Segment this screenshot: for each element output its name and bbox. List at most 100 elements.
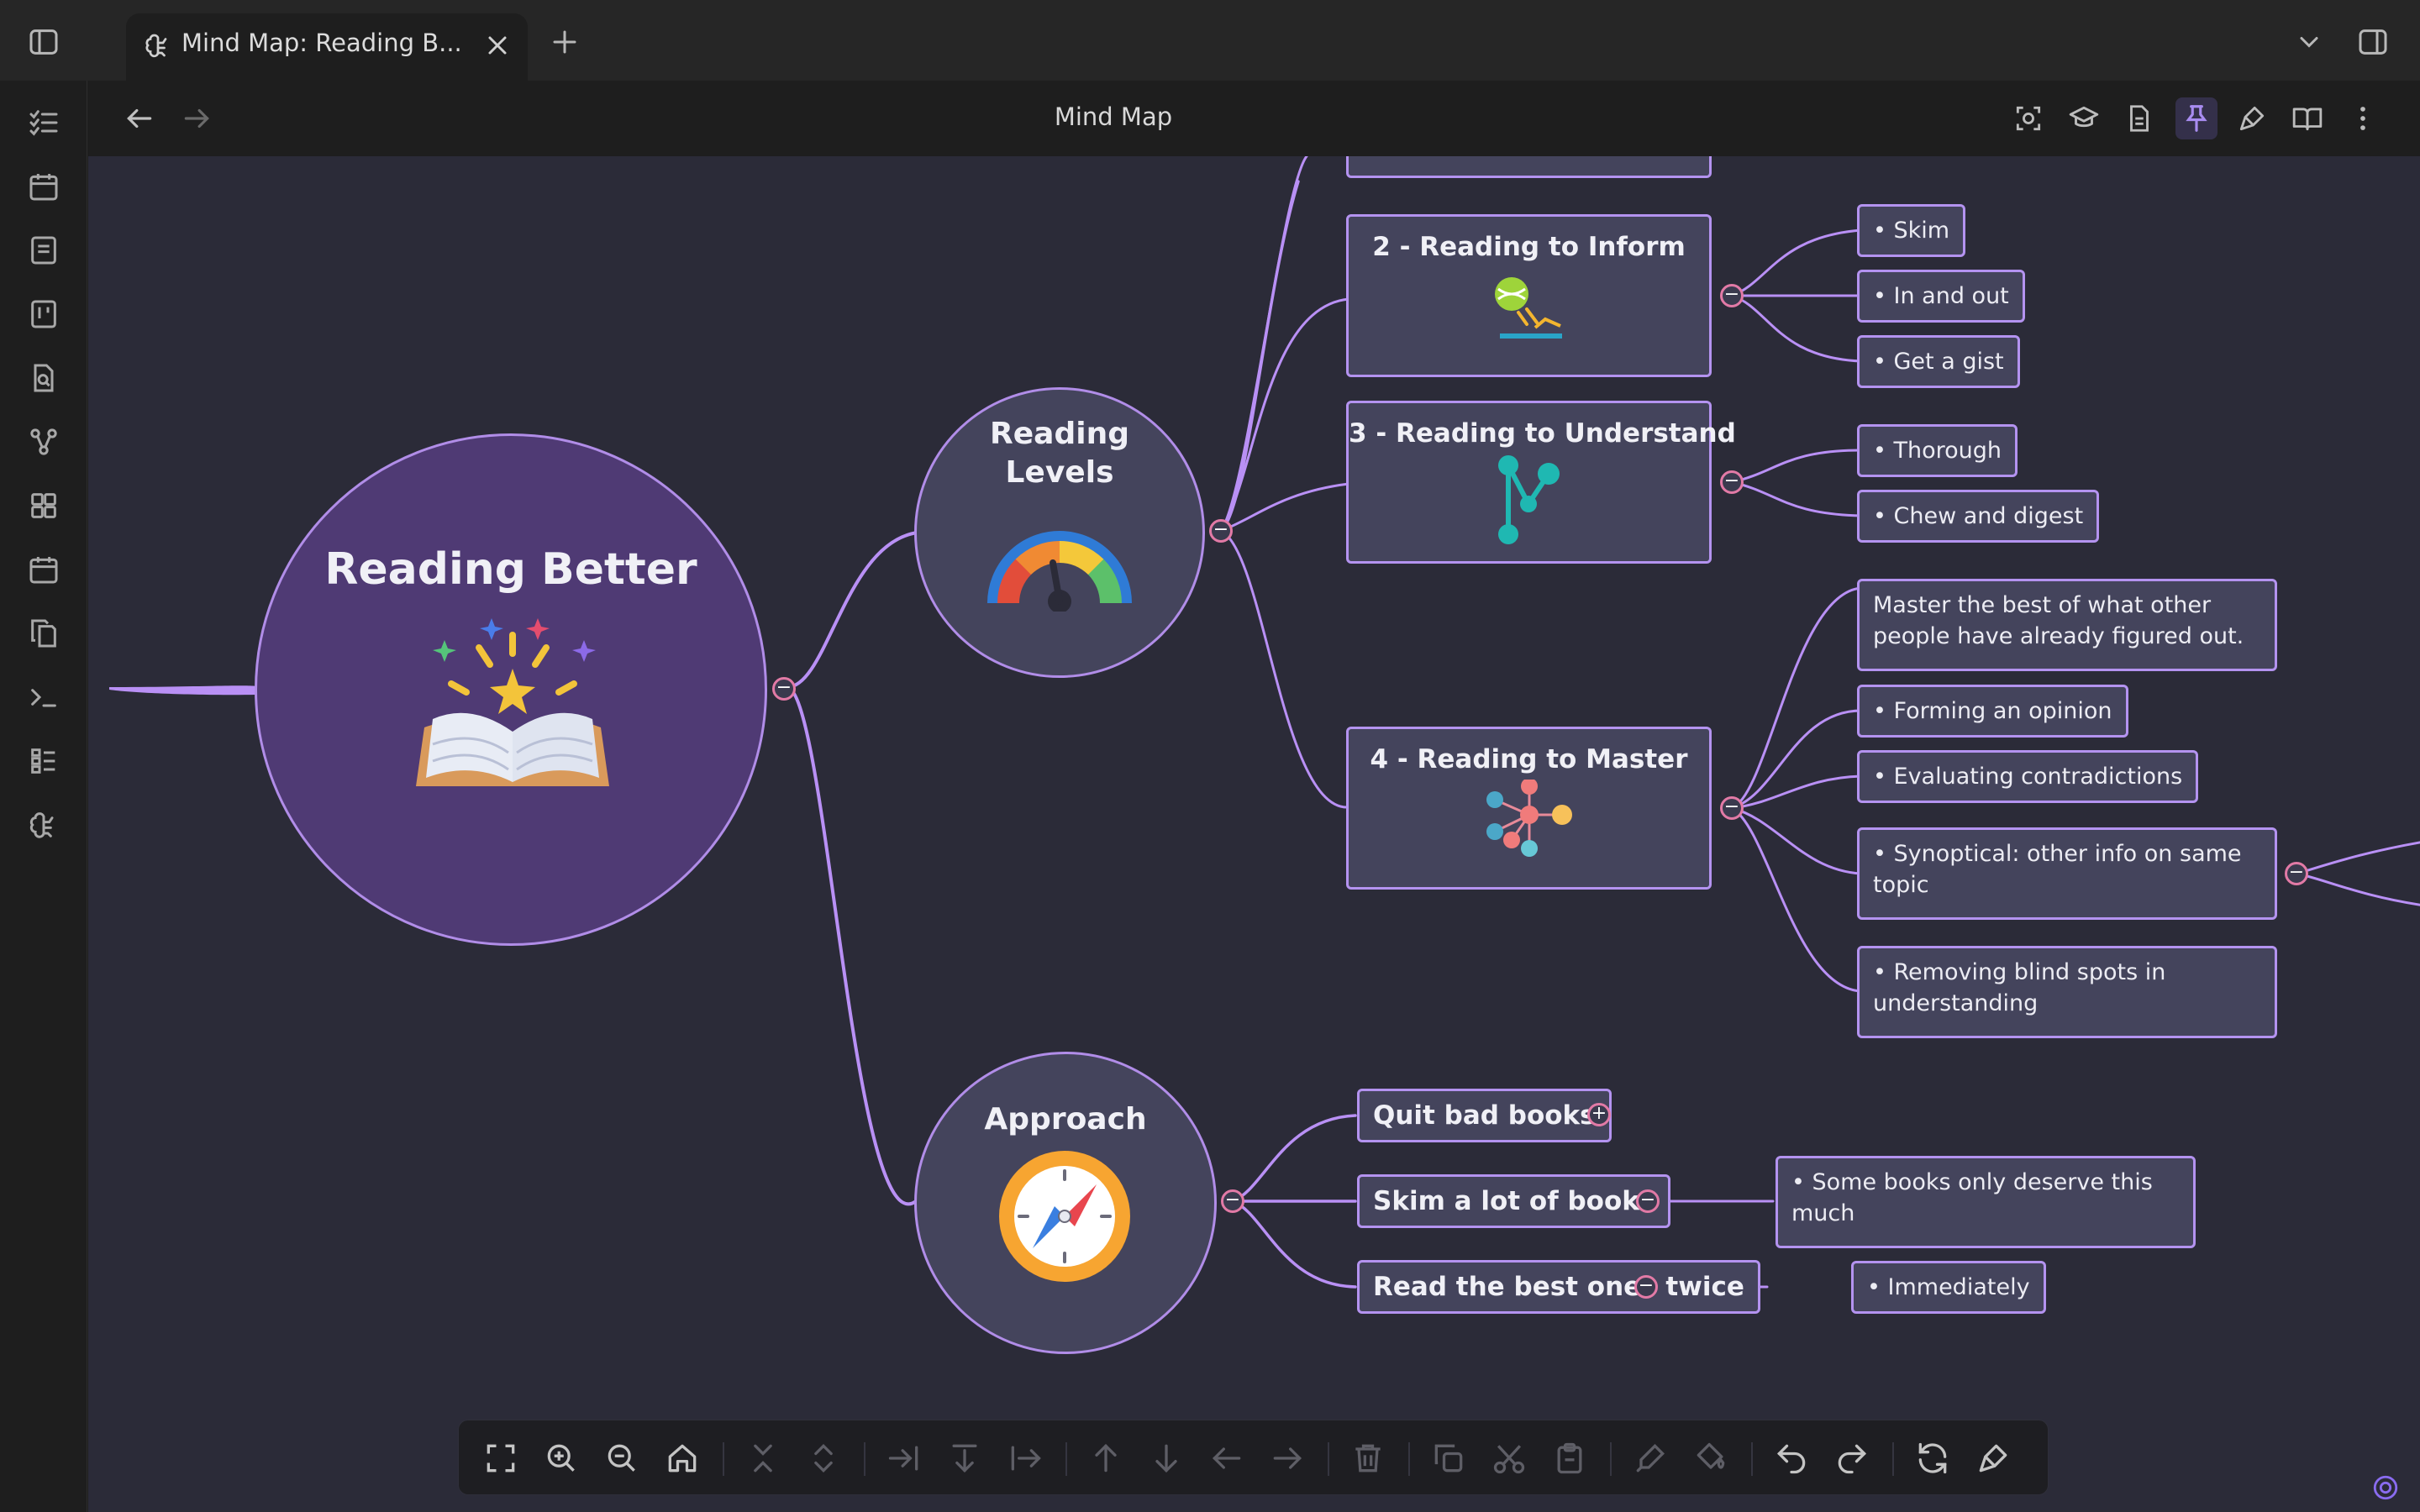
sync-status-icon[interactable] [2371,1473,2400,1502]
leaf-in-and-out[interactable]: • In and out [1857,270,2025,323]
calendar-icon[interactable] [27,170,60,203]
level-1-box-partial[interactable] [1346,156,1712,178]
more-options-icon[interactable] [2347,102,2379,134]
focus-icon[interactable] [2012,102,2044,134]
move-down-icon[interactable] [1148,1440,1185,1477]
add-parent-icon[interactable] [1007,1440,1044,1477]
view-header: Mind Map [88,81,2420,156]
branch-skim-a-lot[interactable]: Skim a lot of books [1357,1174,1671,1228]
collapse-toggle-level-3[interactable]: − [1720,470,1744,494]
brain-icon[interactable] [27,808,60,842]
sidebar-toggle-icon[interactable] [27,25,60,59]
compass-icon [997,1149,1132,1284]
checklist-icon[interactable] [27,106,60,139]
collapse-toggle-root[interactable]: − [772,677,796,701]
collapse-toggle-read-best-twice[interactable]: − [1634,1275,1658,1299]
eyedropper-icon[interactable] [1632,1440,1669,1477]
move-up-icon[interactable] [1087,1440,1124,1477]
level-2-title: 2 - Reading to Inform [1372,232,1686,262]
move-left-icon[interactable] [1208,1440,1245,1477]
add-child-icon[interactable] [886,1440,923,1477]
level-4-title: 4 - Reading to Master [1370,744,1688,774]
move-right-icon[interactable] [1269,1440,1306,1477]
close-tab-icon[interactable] [482,30,513,60]
toolbar-separator [1408,1442,1410,1476]
branch-read-best-twice[interactable]: Read the best ones twice [1357,1260,1760,1314]
graduation-cap-icon[interactable] [2068,102,2100,134]
file-search-icon[interactable] [27,361,60,395]
graph-icon[interactable] [27,425,60,459]
leaf-synoptical[interactable]: • Synoptical: other info on same topic [1857,827,2277,920]
collapse-toggle-synoptical[interactable]: − [2285,862,2308,885]
pin-icon[interactable] [2175,97,2217,139]
terminal-icon[interactable] [27,680,60,714]
fit-screen-icon[interactable] [482,1440,519,1477]
tab-title: Mind Map: Reading B... [182,29,462,57]
leaf-some-books[interactable]: • Some books only deserve this much [1776,1156,2196,1248]
brush-icon[interactable] [2236,102,2268,134]
toolbar-separator [1892,1442,1894,1476]
chevron-down-icon[interactable] [2294,27,2324,57]
list-icon[interactable] [27,744,60,778]
home-icon[interactable] [664,1440,701,1477]
leaf-master-description[interactable]: Master the best of what other people hav… [1857,579,2277,671]
kanban-icon[interactable] [27,297,60,331]
zoom-out-icon[interactable] [603,1440,640,1477]
calendar-alt-icon[interactable] [27,553,60,586]
redo-icon[interactable] [1833,1440,1870,1477]
branch-quit-bad-books[interactable]: Quit bad books [1357,1089,1612,1142]
collapse-toggle-skim-a-lot[interactable]: − [1636,1189,1660,1213]
leaf-forming-opinion[interactable]: • Forming an opinion [1857,685,2128,738]
toolbar-separator [1610,1442,1612,1476]
leaf-get-a-gist[interactable]: • Get a gist [1857,335,2020,388]
undo-icon[interactable] [1773,1440,1810,1477]
tab-mind-map[interactable]: Mind Map: Reading B... [126,13,528,81]
paste-icon[interactable] [1551,1440,1588,1477]
magnify-data-icon [1493,276,1569,343]
collapse-all-icon[interactable] [744,1440,781,1477]
leaf-immediately[interactable]: • Immediately [1851,1261,2046,1314]
copy-icon[interactable] [1430,1440,1467,1477]
toolbar-separator [1065,1442,1067,1476]
new-tab-icon[interactable] [550,27,580,57]
speedometer-icon [984,519,1135,612]
expand-all-icon[interactable] [805,1440,842,1477]
level-4-box[interactable]: 4 - Reading to Master [1346,727,1712,890]
collapse-toggle-level-2[interactable]: − [1720,284,1744,307]
level-2-box[interactable]: 2 - Reading to Inform [1346,214,1712,377]
fill-bucket-icon[interactable] [1692,1440,1729,1477]
leaf-skim[interactable]: • Skim [1857,204,1966,257]
left-ribbon [0,81,87,1512]
collapse-toggle-level-4[interactable]: − [1720,796,1744,820]
document-icon[interactable] [2123,102,2155,134]
zoom-in-icon[interactable] [543,1440,580,1477]
add-sibling-icon[interactable] [946,1440,983,1477]
toolbar-separator [1328,1442,1329,1476]
expand-toggle-quit-bad-books[interactable]: + [1587,1103,1611,1126]
network-icon [1491,454,1567,546]
open-book-icon [408,618,618,803]
view-title: Mind Map [1054,102,1173,131]
toolbar-separator [723,1442,724,1476]
cut-icon[interactable] [1491,1440,1528,1477]
refresh-icon[interactable] [1914,1440,1951,1477]
molecule-icon [1483,780,1576,864]
leaf-thorough[interactable]: • Thorough [1857,424,2018,477]
collapse-toggle-approach[interactable]: − [1221,1189,1244,1213]
delete-icon[interactable] [1349,1440,1386,1477]
mind-map-canvas[interactable]: Reading Better − Reading Levels − 2 - Re… [88,156,2420,1512]
note-icon[interactable] [27,234,60,267]
book-open-icon[interactable] [2291,102,2323,134]
toolbar-separator [1751,1442,1753,1476]
leaf-chew-and-digest[interactable]: • Chew and digest [1857,490,2100,543]
copy-icon[interactable] [27,617,60,650]
root-title: Reading Better [324,544,697,595]
level-3-box[interactable]: 3 - Reading to Understand [1346,401,1736,564]
right-sidebar-toggle-icon[interactable] [2356,25,2390,59]
leaf-removing-blind-spots[interactable]: • Removing blind spots in understanding [1857,946,2277,1038]
leaf-evaluating-contradictions[interactable]: • Evaluating contradictions [1857,750,2199,803]
brush-icon[interactable] [1975,1440,2012,1477]
grid-icon[interactable] [27,489,60,522]
title-bar: Mind Map: Reading B... [0,0,2420,81]
collapse-toggle-levels[interactable]: − [1209,519,1233,543]
